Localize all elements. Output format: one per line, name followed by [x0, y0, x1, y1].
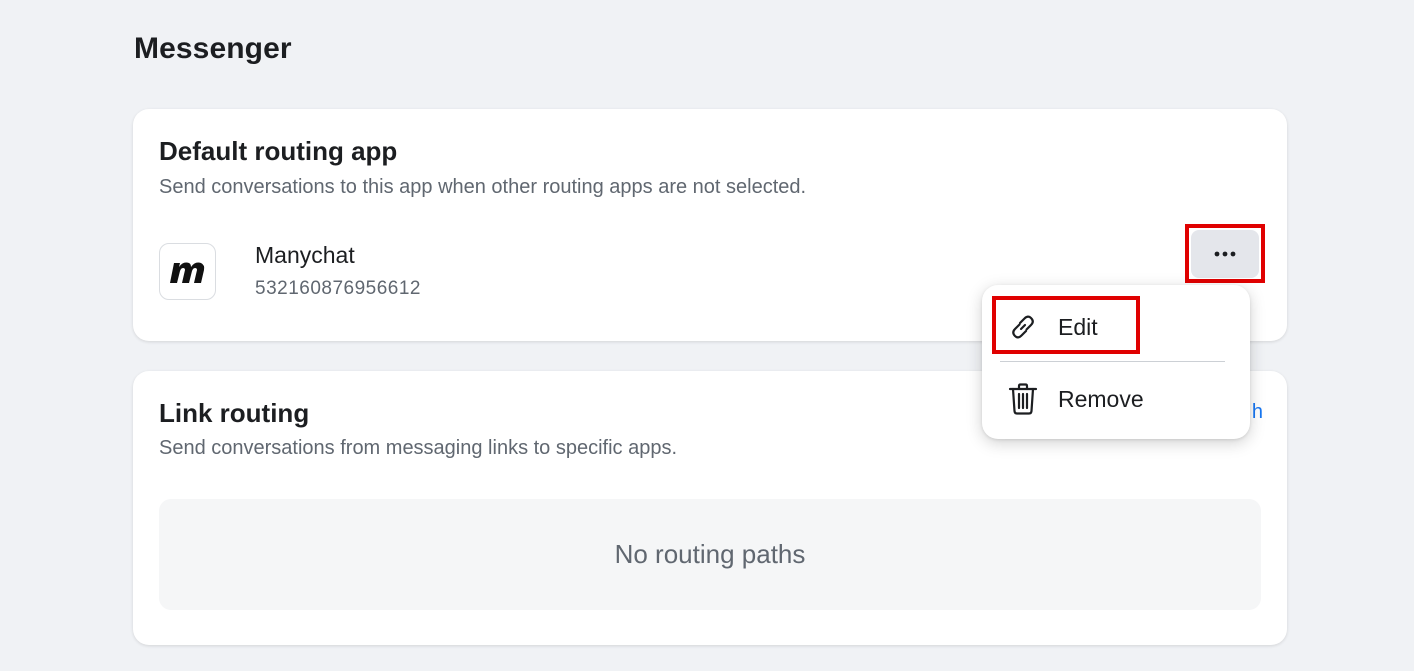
menu-item-remove-label: Remove [1058, 385, 1144, 412]
link-routing-subtitle: Send conversations from messaging links … [159, 437, 678, 459]
options-menu: Edit Remove [982, 285, 1250, 439]
app-name: Manychat [255, 242, 355, 268]
default-routing-subtitle: Send conversations to this app when othe… [159, 176, 807, 198]
link-routing-title: Link routing [159, 398, 310, 428]
page-title: Messenger [134, 32, 292, 65]
trash-icon [1006, 382, 1040, 416]
empty-state: No routing paths [159, 499, 1261, 610]
more-options-button[interactable] [1191, 229, 1259, 278]
manychat-logo-icon [159, 243, 216, 300]
default-routing-title: Default routing app [159, 136, 398, 166]
app-id: 532160876956612 [255, 278, 422, 299]
more-button-highlight [1185, 224, 1265, 283]
ellipsis-icon [1214, 251, 1236, 256]
menu-item-remove[interactable]: Remove [982, 371, 1250, 427]
empty-state-text: No routing paths [614, 539, 806, 569]
link-routing-action-link[interactable]: h [1252, 401, 1263, 424]
menu-divider [1000, 361, 1225, 362]
menu-item-edit[interactable]: Edit [982, 299, 1250, 355]
link-icon [1006, 310, 1040, 344]
menu-item-edit-label: Edit [1058, 313, 1098, 340]
